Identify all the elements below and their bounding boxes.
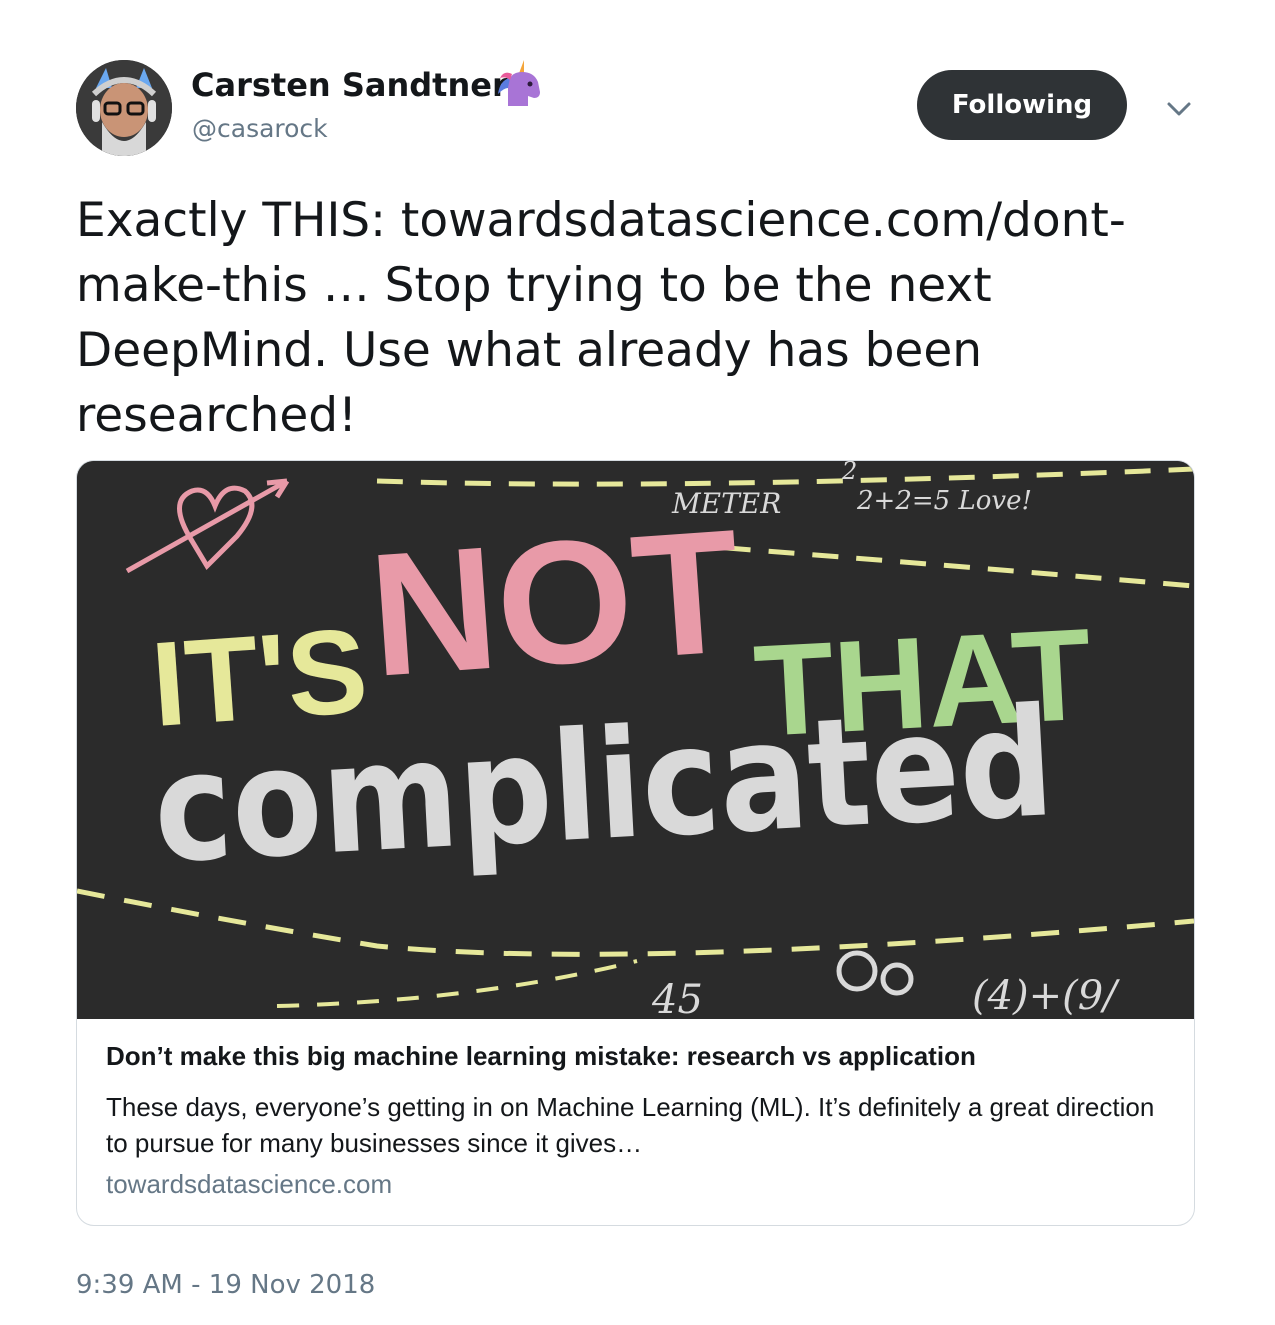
link-preview-card[interactable]: METER 2+2=5 Love! 2 45 (4)+(9/ IT'S NOT … — [76, 460, 1195, 1226]
tweet-text: Exactly THIS: towardsdatascience.com/don… — [76, 188, 1196, 448]
card-domain: towardsdatascience.com — [106, 1169, 393, 1199]
scribble-love: 2+2=5 Love! — [856, 486, 1032, 516]
following-button[interactable]: Following — [917, 70, 1127, 140]
tweet: Carsten Sandtner @casarock Following Exa… — [0, 0, 1275, 1325]
unicorn-icon — [494, 58, 544, 108]
card-description: These days, everyone’s getting in on Mac… — [106, 1092, 1155, 1158]
card-title[interactable]: Don’t make this big machine learning mis… — [106, 1041, 1166, 1072]
chevron-down-icon[interactable] — [1163, 96, 1195, 122]
image-word-not: NOT — [364, 494, 746, 714]
scribble-45: 45 — [651, 977, 703, 1019]
avatar-photo — [76, 60, 172, 156]
scribble-fraction: (4)+(9/ — [972, 973, 1120, 1019]
author-name[interactable]: Carsten Sandtner — [191, 66, 508, 104]
tweet-text-before: Exactly THIS: — [76, 193, 401, 248]
scribble-two: 2 — [841, 461, 857, 485]
timestamp[interactable]: 9:39 AM - 19 Nov 2018 — [76, 1270, 375, 1300]
author-handle[interactable]: @casarock — [192, 114, 328, 143]
avatar[interactable] — [76, 60, 172, 156]
card-image: METER 2+2=5 Love! 2 45 (4)+(9/ IT'S NOT … — [77, 461, 1194, 1019]
